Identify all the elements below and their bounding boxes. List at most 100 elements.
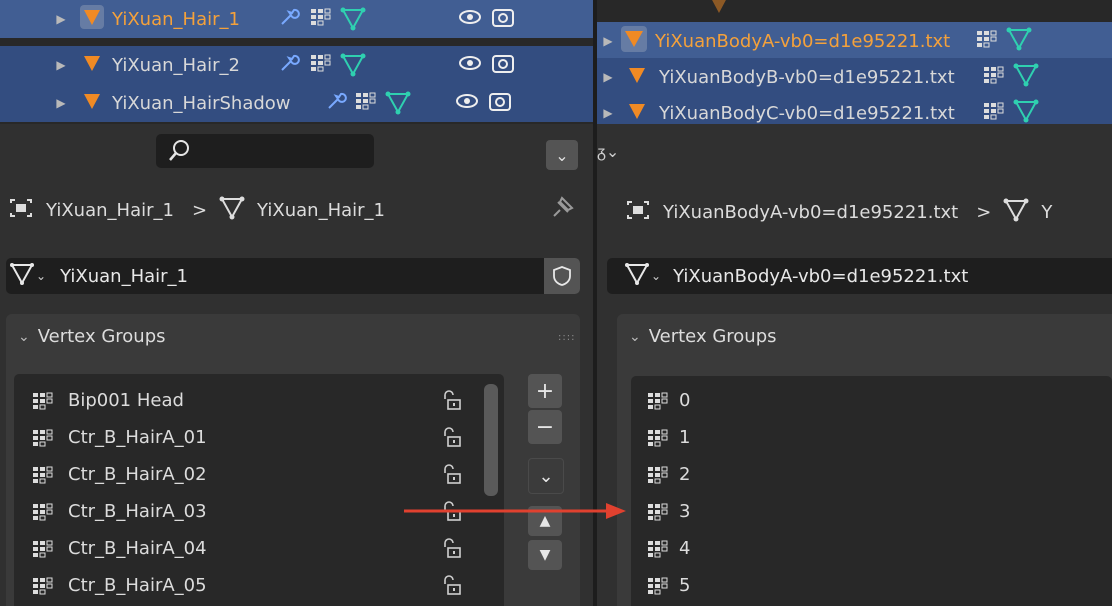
mesh-data-icon[interactable] bbox=[385, 91, 411, 115]
eye-icon[interactable] bbox=[455, 92, 479, 115]
triangle-up-icon: ▲ bbox=[539, 513, 551, 529]
mesh-data-icon[interactable] bbox=[1013, 99, 1039, 125]
mesh-data-icon[interactable] bbox=[1006, 27, 1032, 56]
unlock-icon[interactable] bbox=[442, 501, 464, 527]
eye-icon[interactable] bbox=[458, 54, 482, 77]
add-vertex-group-button[interactable]: + bbox=[528, 374, 562, 408]
list-item[interactable]: 1 bbox=[631, 419, 690, 455]
panel-title: Vertex Groups bbox=[37, 326, 166, 347]
chevron-down-icon: ⌄ bbox=[18, 328, 30, 345]
wrench-icon[interactable] bbox=[278, 6, 300, 33]
vertex-group-name: 1 bbox=[679, 426, 691, 448]
chevron-down-icon: ⌄ bbox=[629, 328, 641, 345]
vertex-groups-header[interactable]: ⌄ Vertex Groups bbox=[18, 326, 166, 347]
camera-icon[interactable] bbox=[491, 7, 514, 32]
object-orange-triangle-icon bbox=[80, 4, 104, 34]
remove-vertex-group-button[interactable]: − bbox=[528, 410, 562, 444]
mesh-browse-icon[interactable] bbox=[625, 262, 649, 291]
vertex-group-list: Bip001 Head Ctr_B_HairA_01 Ctr_B_HairA_0… bbox=[14, 374, 504, 606]
vertex-groups-header[interactable]: ⌄ Vertex Groups bbox=[629, 326, 777, 347]
vertex-group-icon bbox=[32, 465, 54, 484]
vertex-groups-panel: ⌄ Vertex Groups 0 1 2 3 4 5 bbox=[617, 314, 1112, 606]
outliner-object-name[interactable]: YiXuanBodyB-vb0=d1e95221.txt bbox=[659, 67, 955, 88]
expand-triangle-icon[interactable]: ▶ bbox=[597, 70, 619, 84]
datablock-name[interactable]: YiXuan_Hair_1 bbox=[60, 266, 188, 287]
breadcrumb: YiXuanBodyA-vb0=d1e95221.txt > Y bbox=[625, 198, 1052, 227]
expand-triangle-icon[interactable]: ▶ bbox=[50, 58, 72, 72]
vertex-group-name: Ctr_B_HairA_02 bbox=[68, 463, 207, 485]
outliner-object-name[interactable]: YiXuanBodyA-vb0=d1e95221.txt bbox=[655, 31, 950, 52]
outliner-row[interactable]: ▶ YiXuan_Hair_2 bbox=[0, 46, 593, 84]
outliner-row[interactable]: ▶ YiXuan_HairShadow bbox=[0, 84, 593, 122]
breadcrumb: YiXuan_Hair_1 > YiXuan_Hair_1 bbox=[8, 196, 385, 225]
wrench-icon[interactable] bbox=[278, 52, 300, 79]
vertex-group-icon bbox=[32, 428, 54, 447]
expand-triangle-icon[interactable]: ▶ bbox=[50, 96, 72, 110]
search-icon bbox=[166, 138, 192, 168]
unlock-icon[interactable] bbox=[442, 575, 464, 601]
mesh-browse-icon[interactable] bbox=[10, 262, 34, 291]
breadcrumb-separator: > bbox=[976, 202, 992, 223]
unlock-icon[interactable] bbox=[442, 427, 464, 453]
outliner-row[interactable]: ▶ YiXuanBodyB-vb0=d1e95221.txt bbox=[597, 58, 1112, 96]
list-item[interactable]: Ctr_B_HairA_02 bbox=[14, 456, 207, 492]
unlock-icon[interactable] bbox=[442, 390, 464, 416]
list-item[interactable]: Ctr_B_HairA_05 bbox=[14, 567, 207, 603]
drag-handle-icon[interactable]: :::: bbox=[558, 332, 575, 343]
vertex-group-name: 0 bbox=[679, 389, 691, 411]
breadcrumb-object-name: YiXuan_Hair_1 bbox=[46, 200, 174, 221]
list-item[interactable]: Bip001 Head bbox=[14, 382, 184, 418]
camera-icon[interactable] bbox=[491, 53, 514, 78]
datablock-name[interactable]: YiXuanBodyA-vb0=d1e95221.txt bbox=[673, 266, 968, 287]
fake-user-shield-icon[interactable] bbox=[544, 258, 580, 294]
unlock-icon[interactable] bbox=[442, 464, 464, 490]
vertex-group-icon bbox=[310, 53, 332, 78]
list-scrollbar[interactable] bbox=[484, 384, 498, 496]
outliner-row[interactable]: ▶ YiXuan_Hair_1 bbox=[0, 0, 593, 38]
partial-dropdown-icon[interactable]: ᵹ⌄ bbox=[597, 142, 619, 162]
left-properties-editor: ▶ YiXuan_Hair_1 ▶ YiXuan_Hair_2 ▶ YiXuan… bbox=[0, 0, 593, 606]
vertex-group-icon bbox=[647, 465, 669, 484]
list-item[interactable]: Ctr_B_HairA_04 bbox=[14, 530, 207, 566]
vertex-group-icon bbox=[647, 502, 669, 521]
wrench-icon[interactable] bbox=[325, 90, 347, 117]
outliner-row[interactable]: ▶ YiXuanBodyA-vb0=d1e95221.txt bbox=[597, 22, 1112, 60]
mesh-icon bbox=[1003, 198, 1029, 227]
list-item[interactable]: 5 bbox=[631, 567, 690, 603]
breadcrumb-mesh-name: Y bbox=[1041, 202, 1053, 223]
camera-icon[interactable] bbox=[488, 91, 511, 116]
list-item[interactable]: Ctr_B_HairA_03 bbox=[14, 493, 207, 529]
filter-dropdown-button[interactable]: ⌄ bbox=[546, 140, 578, 170]
vertex-group-name: Ctr_B_HairA_05 bbox=[68, 574, 207, 596]
list-item[interactable]: 3 bbox=[631, 493, 690, 529]
specials-menu-button[interactable]: ⌄ bbox=[528, 458, 564, 494]
list-item[interactable]: 4 bbox=[631, 530, 690, 566]
vertex-group-icon bbox=[647, 391, 669, 410]
mesh-datablock-selector[interactable]: ⌄ YiXuanBodyA-vb0=d1e95221.txt bbox=[607, 258, 1112, 294]
vertex-group-icon bbox=[983, 101, 1005, 125]
list-item[interactable]: 0 bbox=[631, 382, 690, 418]
search-input[interactable] bbox=[156, 134, 374, 168]
outliner-object-name[interactable]: YiXuan_Hair_2 bbox=[112, 55, 240, 76]
object-orange-triangle-icon bbox=[80, 51, 104, 80]
pin-icon[interactable] bbox=[548, 194, 576, 226]
mesh-data-icon[interactable] bbox=[1013, 63, 1039, 92]
unlock-icon[interactable] bbox=[442, 538, 464, 564]
outliner-row[interactable]: ▶ YiXuanBodyC-vb0=d1e95221.txt bbox=[597, 94, 1112, 124]
expand-triangle-icon[interactable]: ▶ bbox=[597, 34, 619, 48]
eye-icon[interactable] bbox=[458, 8, 482, 31]
vertex-group-name: 2 bbox=[679, 463, 691, 485]
outliner-object-name[interactable]: YiXuan_Hair_1 bbox=[112, 9, 240, 30]
list-item[interactable]: Ctr_B_HairA_01 bbox=[14, 419, 207, 455]
mesh-data-icon[interactable] bbox=[340, 53, 366, 77]
list-item[interactable]: 2 bbox=[631, 456, 690, 492]
move-down-button[interactable]: ▼ bbox=[528, 540, 562, 570]
vertex-group-icon bbox=[32, 539, 54, 558]
outliner-object-name[interactable]: YiXuanBodyC-vb0=d1e95221.txt bbox=[659, 103, 955, 124]
move-up-button[interactable]: ▲ bbox=[528, 506, 562, 536]
expand-triangle-icon[interactable]: ▶ bbox=[597, 106, 619, 120]
expand-triangle-icon[interactable]: ▶ bbox=[50, 12, 72, 26]
outliner-object-name[interactable]: YiXuan_HairShadow bbox=[112, 93, 291, 114]
mesh-data-icon[interactable] bbox=[340, 7, 366, 31]
mesh-datablock-selector[interactable]: ⌄ YiXuan_Hair_1 bbox=[6, 258, 580, 294]
